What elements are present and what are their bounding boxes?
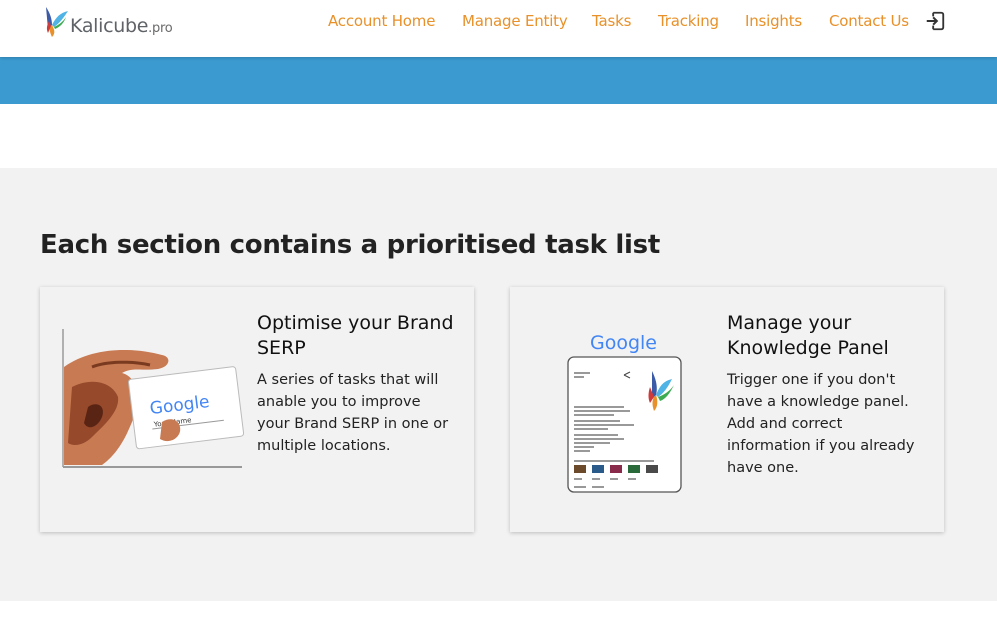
- nav-tasks[interactable]: Tasks: [592, 12, 631, 30]
- card-description: Trigger one if you don't have a knowledg…: [727, 372, 915, 476]
- hero-band: [0, 57, 997, 104]
- task-sections: Each section contains a prioritised task…: [0, 168, 997, 601]
- hand-holding-card-illustration: Google Your Name: [62, 329, 244, 468]
- card-title: Optimise your Brand SERP: [257, 312, 454, 359]
- card-title: Manage your Knowledge Panel: [727, 312, 889, 359]
- nav-contact-us[interactable]: Contact Us: [829, 12, 909, 30]
- hummingbird-logo-icon: [46, 7, 68, 37]
- brand-name: Kalicube.pro: [70, 15, 173, 37]
- card-description: A series of tasks that will anable you t…: [257, 372, 449, 454]
- panel-google-logo: Google: [590, 332, 657, 354]
- brand-serp-card[interactable]: Google Your Name Optimise your Brand SER…: [40, 287, 474, 532]
- nav-account-home[interactable]: Account Home: [328, 12, 435, 30]
- nav-tracking[interactable]: Tracking: [658, 12, 719, 30]
- knowledge-panel-card[interactable]: Google Manage your Knowledge Panel Trigg…: [510, 287, 944, 532]
- nav-manage-entity[interactable]: Manage Entity: [462, 12, 568, 30]
- nav-insights[interactable]: Insights: [745, 12, 802, 30]
- logout-icon[interactable]: [924, 10, 946, 32]
- section-heading: Each section contains a prioritised task…: [40, 230, 660, 260]
- top-navbar: Kalicube.pro Account Home Manage Entity …: [0, 0, 997, 57]
- knowledge-panel-sketch-illustration: Google: [567, 332, 682, 493]
- brand-logo[interactable]: Kalicube.pro: [40, 3, 185, 43]
